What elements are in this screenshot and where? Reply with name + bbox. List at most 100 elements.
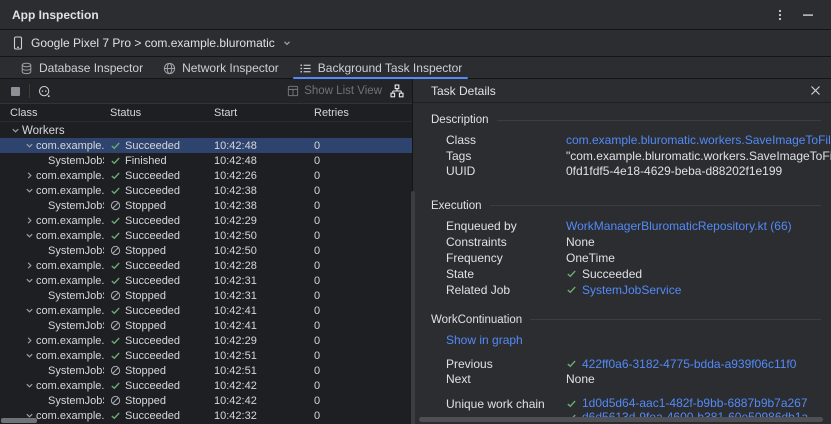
table-row[interactable]: com.example.blSucceeded10:42:280 (0, 258, 412, 273)
minimize-icon[interactable] (797, 5, 819, 25)
status-label: Succeeded (125, 140, 180, 152)
retries-count: 0 (308, 213, 412, 228)
start-time: 10:42:51 (208, 348, 308, 363)
retries-count: 0 (308, 198, 412, 213)
start-time (208, 123, 308, 138)
show-in-graph-link[interactable]: Show in graph (446, 333, 523, 347)
table-row[interactable]: com.example.blSucceeded10:42:320 (0, 408, 412, 423)
tab-background-task-inspector[interactable]: Background Task Inspector (289, 57, 473, 79)
retries-count: 0 (308, 303, 412, 318)
status-label: Succeeded (125, 275, 180, 287)
success-icon (110, 260, 121, 271)
chevron-down-icon[interactable] (23, 186, 36, 195)
state-value: Succeeded (582, 267, 642, 281)
table-row[interactable]: com.example.blSucceeded10:42:420 (0, 378, 412, 393)
tab-database-inspector[interactable]: Database Inspector (10, 57, 153, 79)
start-time: 10:42:32 (208, 408, 308, 423)
table-row[interactable]: SystemJobSStopped10:42:310 (0, 288, 412, 303)
enqueued-by-link[interactable]: WorkManagerBluromaticRepository.kt (66) (566, 219, 792, 233)
table-row[interactable]: SystemJobSStopped10:42:500 (0, 243, 412, 258)
table-row[interactable]: SystemJobSStopped10:42:410 (0, 318, 412, 333)
task-details-header: Task Details (413, 79, 831, 103)
column-header-start[interactable]: Start (208, 104, 308, 121)
task-details-body: Description Class com.example.bluromatic… (413, 104, 831, 417)
table-row[interactable]: com.example.blSucceeded10:42:480 (0, 138, 412, 153)
chevron-down-icon[interactable] (23, 351, 36, 360)
related-job-link[interactable]: SystemJobService (582, 283, 681, 297)
class-label: SystemJobS (48, 290, 104, 302)
chevron-down-icon[interactable] (23, 306, 36, 315)
chevron-down-icon[interactable] (23, 141, 36, 150)
table-row[interactable]: SystemJobSFinished10:42:480 (0, 153, 412, 168)
description-section: Description Class com.example.bluromatic… (431, 113, 821, 180)
class-link[interactable]: com.example.bluromatic.workers.SaveImage… (566, 133, 831, 147)
device-process-label: Google Pixel 7 Pro > com.example.bluroma… (31, 36, 275, 50)
work-chain-link[interactable]: d6d5613d-9fea-4600-b381-60e50986db1a (582, 410, 808, 417)
horizontal-scrollbar-thumb[interactable] (1, 418, 37, 423)
retries-count: 0 (308, 273, 412, 288)
chevron-right-icon[interactable] (23, 171, 36, 180)
show-list-view-button[interactable]: Show List View (287, 85, 382, 97)
chevron-down-icon[interactable] (23, 276, 36, 285)
class-label: com.example.bl (36, 305, 104, 317)
success-icon (110, 305, 121, 316)
class-label: com.example.bl (36, 275, 104, 287)
column-header-retries[interactable]: Retries (308, 104, 412, 121)
table-row[interactable]: com.example.blSucceeded10:42:260 (0, 168, 412, 183)
table-row[interactable]: SystemJobSStopped10:42:510 (0, 363, 412, 378)
start-time: 10:42:42 (208, 378, 308, 393)
close-icon[interactable] (810, 85, 821, 96)
table-row[interactable]: com.example.blSucceeded10:42:500 (0, 228, 412, 243)
table-row[interactable]: com.example.blSucceeded10:42:510 (0, 348, 412, 363)
success-icon (110, 185, 121, 196)
more-options-icon[interactable] (769, 5, 791, 25)
previous-work-link[interactable]: 422ff0a6-3182-4775-bdda-a939f06c11f0 (582, 357, 796, 371)
stop-inspection-button[interactable] (10, 86, 21, 97)
chevron-right-icon[interactable] (23, 336, 36, 345)
success-icon (110, 380, 121, 391)
class-label: SystemJobS (48, 200, 104, 212)
retries-count: 0 (308, 393, 412, 408)
work-chain-link[interactable]: 1d0d5d64-aac1-482f-b9bb-6887b9b7a267 (582, 396, 808, 410)
start-time: 10:42:41 (208, 303, 308, 318)
column-header-class[interactable]: Class (0, 104, 104, 121)
success-icon (110, 155, 121, 166)
retries-count: 0 (308, 318, 412, 333)
start-time: 10:42:31 (208, 273, 308, 288)
chevron-right-icon[interactable] (23, 261, 36, 270)
table-row[interactable]: SystemJobSStopped10:42:380 (0, 198, 412, 213)
titlebar: App Inspection (0, 0, 831, 30)
detail-label: Next (431, 372, 566, 386)
table-group-row[interactable]: Workers (0, 123, 412, 138)
horizontal-scrollbar-thumb[interactable] (419, 417, 823, 422)
column-header-status[interactable]: Status (104, 104, 208, 121)
success-icon (566, 284, 577, 295)
table-row[interactable]: com.example.blSucceeded10:42:290 (0, 213, 412, 228)
chevron-down-icon[interactable] (9, 126, 22, 135)
chevron-right-icon[interactable] (23, 216, 36, 225)
process-indicator-icon[interactable] (38, 85, 51, 98)
table-row[interactable]: com.example.blSucceeded10:42:410 (0, 303, 412, 318)
retries-count: 0 (308, 363, 412, 378)
start-time: 10:42:28 (208, 258, 308, 273)
vertical-scrollbar-thumb[interactable] (411, 191, 415, 424)
retries-count: 0 (308, 348, 412, 363)
window-title: App Inspection (12, 8, 99, 22)
chevron-down-icon[interactable] (23, 231, 36, 240)
start-time: 10:42:29 (208, 213, 308, 228)
table-row[interactable]: com.example.blSucceeded10:42:290 (0, 333, 412, 348)
table-row[interactable]: SystemJobSStopped10:42:420 (0, 393, 412, 408)
device-process-selector[interactable]: Google Pixel 7 Pro > com.example.bluroma… (0, 30, 831, 57)
table-row[interactable]: com.example.bl Succeeded 10:42:310 (0, 273, 412, 288)
detail-row-next: Next None (431, 372, 821, 388)
tab-network-inspector[interactable]: Network Inspector (153, 57, 289, 79)
table-row[interactable]: com.example.blSucceeded10:42:380 (0, 183, 412, 198)
success-icon (566, 358, 577, 369)
retries-count: 0 (308, 258, 412, 273)
table-header: Class Status Start Retries (0, 104, 412, 122)
success-icon (110, 410, 121, 421)
start-time: 10:42:31 (208, 288, 308, 303)
chevron-down-icon[interactable] (23, 381, 36, 390)
status-label: Succeeded (125, 215, 180, 227)
graph-view-icon[interactable] (390, 84, 404, 98)
